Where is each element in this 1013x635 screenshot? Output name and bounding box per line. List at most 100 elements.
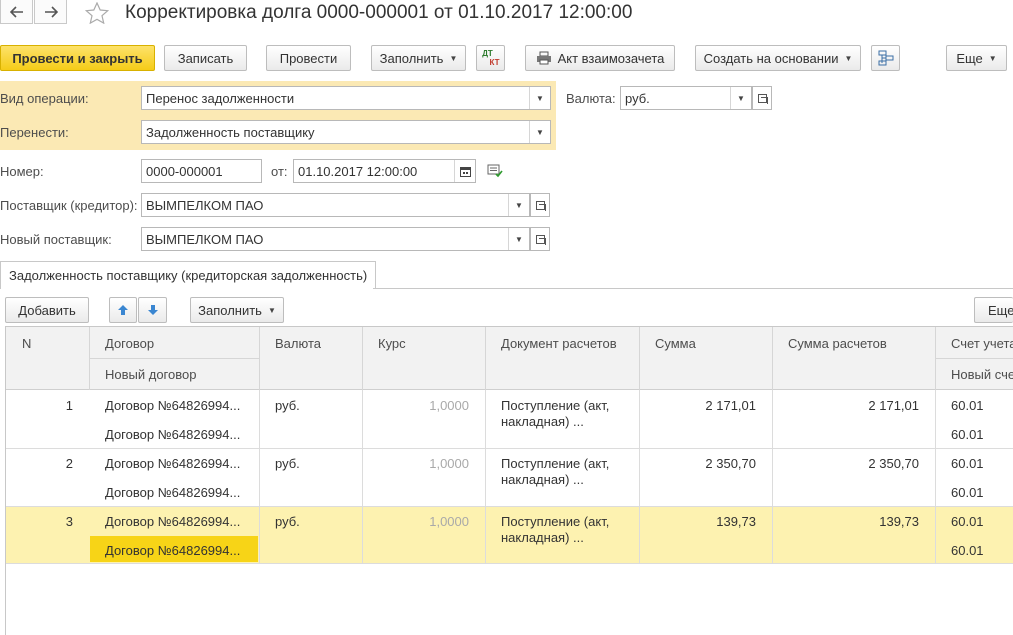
- tab-divider: [373, 288, 1013, 289]
- debt-table: N Договор Новый договор Валюта Курс Доку…: [5, 326, 1013, 635]
- caret-down-icon[interactable]: ▼: [730, 87, 751, 109]
- doc-cell-line2[interactable]: накладная) ...: [501, 472, 584, 487]
- add-row-button[interactable]: Добавить: [5, 297, 89, 323]
- page-title: Корректировка долга 0000-000001 от 01.10…: [125, 2, 633, 23]
- number-input[interactable]: 0000-000001: [141, 159, 262, 183]
- currency-select[interactable]: руб. ▼: [620, 86, 752, 110]
- currency-cell[interactable]: руб.: [275, 398, 300, 413]
- caret-down-icon[interactable]: ▼: [508, 228, 529, 250]
- kt-label: КТ: [489, 58, 500, 67]
- operation-select[interactable]: Перенос задолженности ▼: [141, 86, 551, 110]
- post-button[interactable]: Провести: [266, 45, 351, 71]
- back-button[interactable]: [0, 0, 33, 24]
- table-fill-label: Заполнить: [198, 302, 262, 318]
- transfer-value: Задолженность поставщику: [146, 124, 315, 140]
- table-more-button[interactable]: Еще: [974, 297, 1013, 323]
- row-number: 3: [65, 514, 73, 529]
- create-based-label: Создать на основании: [703, 50, 839, 66]
- post-and-close-button[interactable]: Провести и закрыть: [0, 45, 155, 71]
- row-number: 2: [65, 456, 73, 471]
- col-new-account[interactable]: Новый счет: [951, 367, 1013, 382]
- sum-cell[interactable]: 2 350,70: [646, 456, 756, 471]
- contract-cell[interactable]: Договор №64826994...: [105, 514, 240, 529]
- structure-button[interactable]: [871, 45, 900, 71]
- contract-cell[interactable]: Договор №64826994...: [105, 456, 240, 471]
- date-input[interactable]: 01.10.2017 12:00:00: [293, 159, 476, 183]
- rate-cell: 1,0000: [429, 398, 469, 413]
- doc-cell-line1[interactable]: Поступление (акт,: [501, 514, 609, 529]
- arrow-left-icon: [9, 5, 23, 18]
- col-sum[interactable]: Сумма: [655, 336, 696, 351]
- currency-cell[interactable]: руб.: [275, 456, 300, 471]
- more-button[interactable]: Еще ▼: [946, 45, 1007, 71]
- table-fill-button[interactable]: Заполнить ▼: [190, 297, 284, 323]
- transfer-select[interactable]: Задолженность поставщику ▼: [141, 120, 551, 144]
- new-account-cell[interactable]: 60.01: [951, 543, 984, 558]
- new-supplier-value: ВЫМПЕЛКОМ ПАО: [146, 231, 264, 247]
- caret-down-icon[interactable]: ▼: [529, 87, 550, 109]
- open-icon: [535, 234, 546, 245]
- col-contract[interactable]: Договор: [105, 336, 154, 351]
- operation-label: Вид операции:: [0, 91, 89, 106]
- sum-calc-cell[interactable]: 2 171,01: [779, 398, 919, 413]
- dt-label: ДТ: [482, 49, 493, 58]
- move-up-button[interactable]: [109, 297, 137, 323]
- fill-dropdown-button[interactable]: Заполнить ▼: [371, 45, 466, 71]
- currency-open-button[interactable]: [752, 86, 772, 110]
- doc-cell-line2[interactable]: накладная) ...: [501, 414, 584, 429]
- col-doc[interactable]: Документ расчетов: [501, 336, 617, 351]
- star-icon: [84, 1, 110, 25]
- doc-cell-line1[interactable]: Поступление (акт,: [501, 456, 609, 471]
- create-based-button[interactable]: Создать на основании ▼: [695, 45, 861, 71]
- new-supplier-open-button[interactable]: [530, 227, 550, 251]
- contract-cell[interactable]: Договор №64826994...: [105, 398, 240, 413]
- sum-cell[interactable]: 139,73: [646, 514, 756, 529]
- new-contract-cell[interactable]: Договор №64826994...: [105, 543, 240, 558]
- col-n[interactable]: N: [22, 336, 31, 351]
- arrow-up-icon: [118, 305, 128, 315]
- save-button[interactable]: Записать: [164, 45, 247, 71]
- supplier-value: ВЫМПЕЛКОМ ПАО: [146, 197, 264, 213]
- dt-kt-button[interactable]: ДТ КТ: [476, 45, 505, 71]
- arrow-down-icon: [147, 305, 158, 315]
- col-sum-calc[interactable]: Сумма расчетов: [788, 336, 887, 351]
- new-account-cell[interactable]: 60.01: [951, 485, 984, 500]
- caret-down-icon[interactable]: ▼: [508, 194, 529, 216]
- calendar-icon[interactable]: [454, 160, 475, 182]
- hierarchy-icon: [878, 50, 893, 66]
- account-cell[interactable]: 60.01: [951, 398, 984, 413]
- account-cell[interactable]: 60.01: [951, 456, 984, 471]
- currency-cell[interactable]: руб.: [275, 514, 300, 529]
- sum-calc-cell[interactable]: 139,73: [779, 514, 919, 529]
- date-value: 01.10.2017 12:00:00: [298, 163, 418, 179]
- supplier-select[interactable]: ВЫМПЕЛКОМ ПАО ▼: [141, 193, 530, 217]
- caret-down-icon[interactable]: ▼: [529, 121, 550, 143]
- doc-cell-line1[interactable]: Поступление (акт,: [501, 398, 609, 413]
- row-number: 1: [65, 398, 73, 413]
- new-supplier-label: Новый поставщик:: [0, 232, 112, 247]
- col-account[interactable]: Счет учета: [951, 336, 1013, 351]
- currency-label: Валюта:: [566, 91, 616, 106]
- sum-cell[interactable]: 2 171,01: [646, 398, 756, 413]
- col-currency[interactable]: Валюта: [275, 336, 321, 351]
- favorite-button[interactable]: [84, 1, 110, 27]
- caret-down-icon: ▼: [988, 53, 997, 63]
- caret-down-icon: ▼: [449, 53, 458, 63]
- tab-supplier-debt[interactable]: Задолженность поставщику (кредиторская з…: [0, 261, 377, 289]
- col-rate[interactable]: Курс: [378, 336, 406, 351]
- sum-calc-cell[interactable]: 2 350,70: [779, 456, 919, 471]
- account-cell[interactable]: 60.01: [951, 514, 984, 529]
- forward-button[interactable]: [34, 0, 67, 24]
- move-down-button[interactable]: [138, 297, 167, 323]
- act-offset-button[interactable]: Акт взаимозачета: [525, 45, 675, 71]
- fill-label: Заполнить: [379, 50, 444, 66]
- new-contract-cell[interactable]: Договор №64826994...: [105, 427, 240, 442]
- new-supplier-select[interactable]: ВЫМПЕЛКОМ ПАО ▼: [141, 227, 530, 251]
- date-label: от:: [271, 164, 288, 179]
- new-account-cell[interactable]: 60.01: [951, 427, 984, 442]
- comment-button[interactable]: [487, 164, 503, 181]
- doc-cell-line2[interactable]: накладная) ...: [501, 530, 584, 545]
- supplier-open-button[interactable]: [530, 193, 550, 217]
- new-contract-cell[interactable]: Договор №64826994...: [105, 485, 240, 500]
- col-new-contract[interactable]: Новый договор: [105, 367, 196, 382]
